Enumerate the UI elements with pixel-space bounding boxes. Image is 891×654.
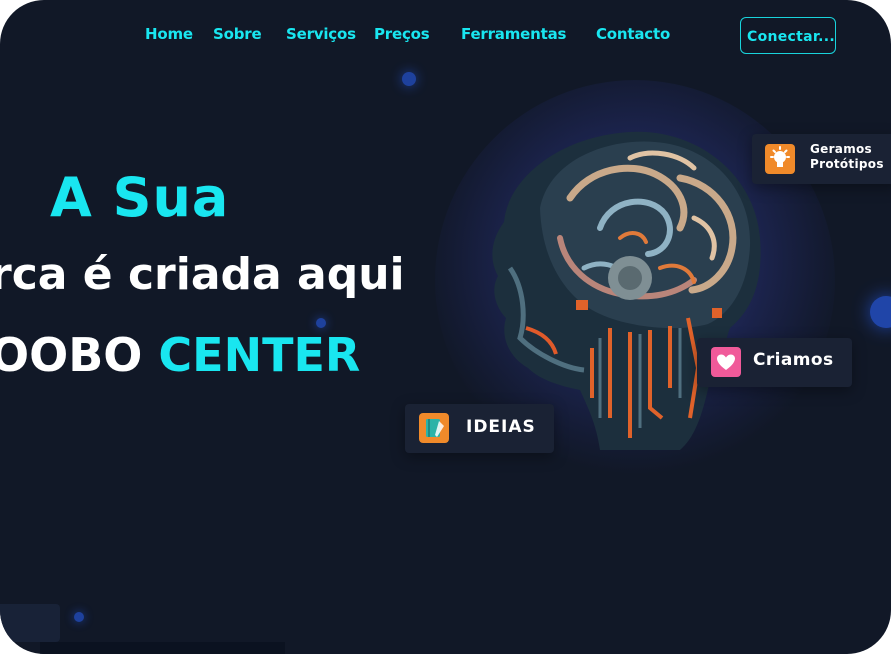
nav-link-contacto[interactable]: Contacto bbox=[596, 25, 670, 43]
hero-brand-accent: CENTER bbox=[158, 328, 361, 382]
prototypes-label-line1: Geramos bbox=[810, 142, 872, 156]
page-frame: Home Sobre Serviços Preços Ferramentas C… bbox=[0, 0, 891, 654]
heart-icon bbox=[711, 347, 741, 377]
nav-link-servicos[interactable]: Serviços bbox=[286, 25, 356, 43]
hero-heading-line1: A Sua bbox=[50, 166, 230, 229]
top-navigation: Home Sobre Serviços Preços Ferramentas C… bbox=[0, 0, 891, 70]
connect-button[interactable]: Conectar... bbox=[740, 17, 836, 54]
prototypes-badge: Geramos Protótipos bbox=[752, 134, 891, 184]
nav-link-precos[interactable]: Preços bbox=[374, 25, 430, 43]
hero-heading-line3: OOBO CENTER bbox=[0, 328, 360, 382]
nav-link-sobre[interactable]: Sobre bbox=[213, 25, 262, 43]
glow-dot bbox=[402, 72, 416, 86]
criamos-badge: Criamos bbox=[697, 338, 852, 387]
bottom-left-panel bbox=[0, 604, 60, 642]
criamos-label: Criamos bbox=[753, 350, 834, 370]
hero-heading-line2: rca é criada aqui bbox=[0, 249, 405, 300]
nav-link-home[interactable]: Home bbox=[145, 25, 193, 43]
nav-link-ferramentas[interactable]: Ferramentas bbox=[461, 25, 566, 43]
hero-brand-prefix: OOBO bbox=[0, 328, 143, 382]
lightbulb-icon bbox=[765, 144, 795, 174]
glow-dot bbox=[316, 318, 326, 328]
glow-dot bbox=[870, 296, 891, 328]
ideias-badge: IDEIAS bbox=[405, 404, 554, 453]
prototypes-label: Geramos Protótipos bbox=[810, 142, 884, 172]
bottom-bar bbox=[40, 642, 285, 654]
notebook-icon bbox=[419, 413, 449, 443]
ideias-label: IDEIAS bbox=[466, 417, 536, 437]
prototypes-label-line2: Protótipos bbox=[810, 157, 884, 171]
glow-dot bbox=[74, 612, 84, 622]
